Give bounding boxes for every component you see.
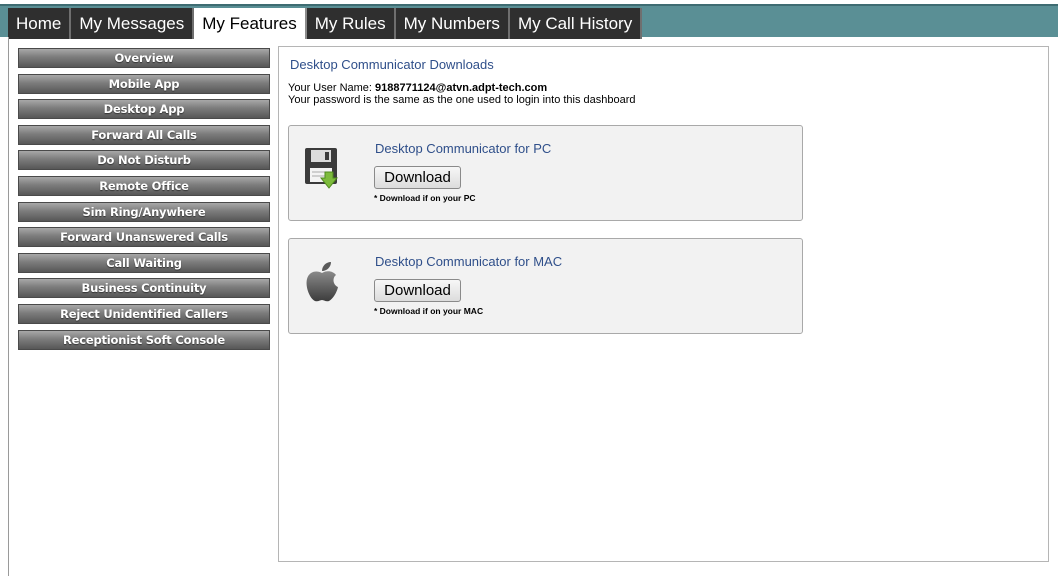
top-nav-bar: Home My Messages My Features My Rules My… [0, 4, 1058, 39]
sidebar-item-call-waiting[interactable]: Call Waiting [18, 252, 270, 273]
tab-my-features[interactable]: My Features [194, 8, 307, 39]
password-note: Your password is the same as the one use… [288, 94, 636, 106]
username-label: Your User Name: [288, 82, 376, 94]
tab-my-messages[interactable]: My Messages [71, 8, 195, 39]
nav-tabs: Home My Messages My Features My Rules My… [8, 8, 643, 39]
sidebar-item-sim-ring-anywhere[interactable]: Sim Ring/Anywhere [18, 201, 270, 222]
floppy-disk-icon [301, 146, 343, 190]
tab-my-rules[interactable]: My Rules [306, 8, 396, 39]
apple-logo-icon [301, 259, 343, 303]
page-frame-border [8, 37, 9, 576]
download-mac-button[interactable]: Download [374, 279, 461, 302]
sidebar-item-remote-office[interactable]: Remote Office [18, 175, 270, 196]
mac-download-note: * Download if on your MAC [374, 306, 484, 316]
sidebar-item-receptionist-soft-console[interactable]: Receptionist Soft Console [18, 329, 270, 350]
sidebar-item-overview[interactable]: Overview [18, 48, 270, 68]
download-pc-button[interactable]: Download [374, 166, 461, 189]
page-title: Desktop Communicator Downloads [290, 57, 494, 72]
pc-download-heading: Desktop Communicator for PC [375, 141, 552, 156]
sidebar: Overview Mobile App Desktop App Forward … [18, 48, 270, 355]
username-value: 9188771124@atvn.adpt-tech.com [375, 82, 548, 94]
pc-download-note: * Download if on your PC [374, 193, 476, 203]
sidebar-item-do-not-disturb[interactable]: Do Not Disturb [18, 150, 270, 171]
sidebar-item-reject-unidentified-callers[interactable]: Reject Unidentified Callers [18, 303, 270, 324]
download-box-mac: Desktop Communicator for MAC Download * … [288, 238, 803, 334]
sidebar-item-forward-all-calls[interactable]: Forward All Calls [18, 124, 270, 145]
mac-download-heading: Desktop Communicator for MAC [375, 254, 563, 269]
tab-my-call-history[interactable]: My Call History [509, 8, 643, 39]
sidebar-item-forward-unanswered-calls[interactable]: Forward Unanswered Calls [18, 227, 270, 248]
sidebar-item-business-continuity[interactable]: Business Continuity [18, 278, 270, 299]
account-info: Your User Name: 9188771124@atvn.adpt-tec… [288, 82, 636, 106]
sidebar-item-mobile-app[interactable]: Mobile App [18, 73, 270, 94]
username-line: Your User Name: 9188771124@atvn.adpt-tec… [288, 82, 636, 94]
tab-home[interactable]: Home [8, 8, 72, 39]
main-panel: Desktop Communicator Downloads Your User… [278, 46, 1049, 562]
sidebar-item-desktop-app[interactable]: Desktop App [18, 99, 270, 120]
tab-my-numbers[interactable]: My Numbers [395, 8, 510, 39]
download-box-pc: Desktop Communicator for PC Download * D… [288, 125, 803, 221]
